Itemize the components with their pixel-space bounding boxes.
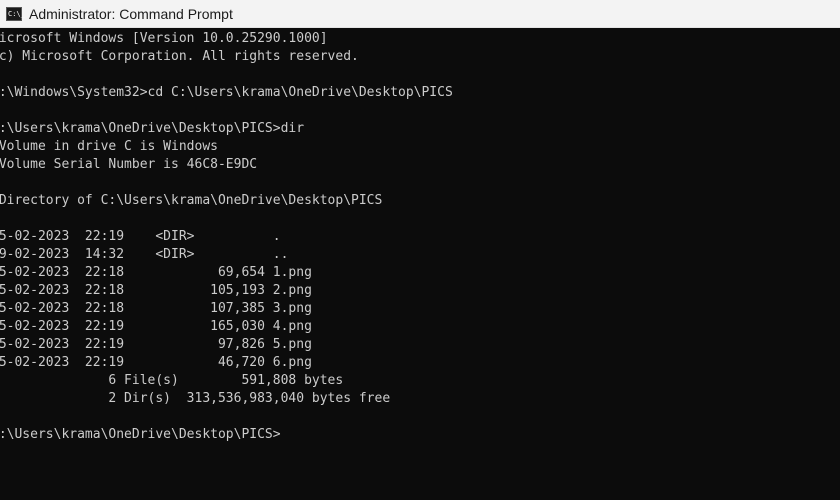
console-output[interactable]: Microsoft Windows [Version 10.0.25290.10… bbox=[0, 28, 840, 500]
console-line-file-entry: 05-02-2023 22:18 69,654 1.png bbox=[0, 265, 312, 280]
window-title: Administrator: Command Prompt bbox=[29, 5, 233, 22]
console-line-serial: Volume Serial Number is 46C8-E9DC bbox=[0, 157, 258, 172]
console-prompt[interactable]: C:\Users\krama\OneDrive\Desktop\PICS> bbox=[0, 426, 281, 444]
console-line-file-entry: 05-02-2023 22:19 165,030 4.png bbox=[0, 319, 312, 334]
console-line-dir-entry: 05-02-2023 22:19 <DIR> . bbox=[0, 229, 281, 244]
command-prompt-window: C:\_ Administrator: Command Prompt Micro… bbox=[0, 0, 840, 500]
console-line-file-entry: 05-02-2023 22:19 46,720 6.png bbox=[0, 355, 312, 370]
console-line-dir-summary: 2 Dir(s) 313,536,983,040 bytes free bbox=[0, 391, 391, 406]
console-line-dir-command: C:\Users\krama\OneDrive\Desktop\PICS>dir bbox=[0, 121, 305, 136]
console-line-cd-command: C:\Windows\System32>cd C:\Users\krama\On… bbox=[0, 85, 453, 100]
console-line-file-entry: 05-02-2023 22:18 107,385 3.png bbox=[0, 301, 312, 316]
console-line-copyright: (c) Microsoft Corporation. All rights re… bbox=[0, 49, 359, 64]
console-line-version: Microsoft Windows [Version 10.0.25290.10… bbox=[0, 31, 328, 46]
command-prompt-icon[interactable]: C:\_ bbox=[6, 6, 25, 21]
title-bar[interactable]: C:\_ Administrator: Command Prompt bbox=[0, 0, 840, 28]
console-line-directory-of: Directory of C:\Users\krama\OneDrive\Des… bbox=[0, 193, 383, 208]
console-line-file-entry: 05-02-2023 22:19 97,826 5.png bbox=[0, 337, 312, 352]
console-line-file-summary: 6 File(s) 591,808 bytes bbox=[0, 373, 344, 388]
console-line-dir-entry: 09-02-2023 14:32 <DIR> .. bbox=[0, 247, 289, 262]
console-line-file-entry: 05-02-2023 22:18 105,193 2.png bbox=[0, 283, 312, 298]
console-line-volume: Volume in drive C is Windows bbox=[0, 139, 218, 154]
command-prompt-icon-glyph: C:\_ bbox=[8, 9, 25, 18]
